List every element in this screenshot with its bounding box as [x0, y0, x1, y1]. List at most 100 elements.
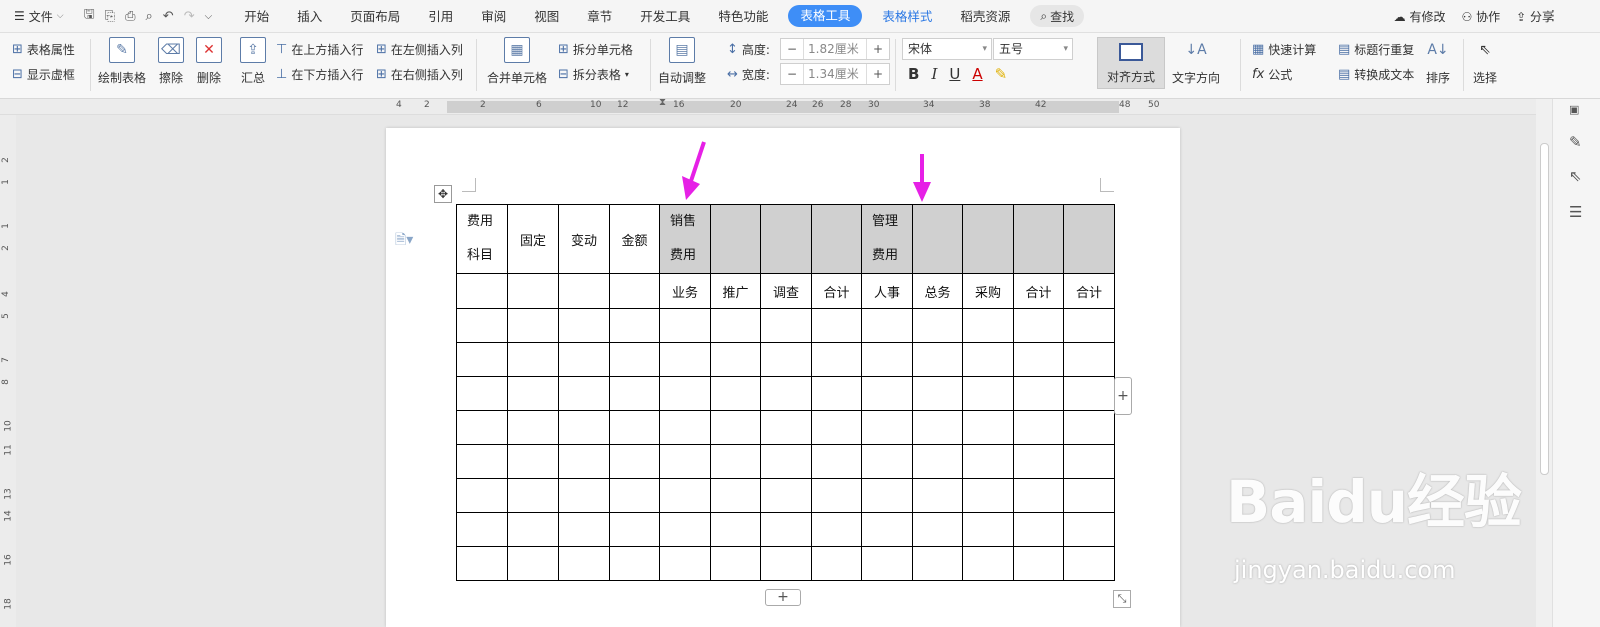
italic-icon[interactable]: I [931, 65, 937, 83]
table-cell[interactable] [912, 342, 963, 377]
table-cell[interactable] [710, 546, 761, 581]
add-row-button[interactable]: + [765, 589, 801, 606]
table-cell[interactable] [1013, 204, 1064, 274]
table-cell[interactable] [962, 204, 1014, 274]
table-cell[interactable] [456, 512, 508, 547]
table-cell[interactable] [1063, 376, 1115, 411]
table-cell[interactable] [1063, 308, 1115, 343]
table-cell[interactable]: 销售 费用 [659, 204, 711, 274]
table-cell[interactable] [811, 512, 862, 547]
insert-col-right-button[interactable]: ⊞ 在右侧插入列 [376, 66, 463, 83]
table-cell[interactable] [811, 308, 862, 343]
table-cell[interactable] [659, 478, 711, 513]
table-cell[interactable] [456, 410, 508, 445]
table-cell[interactable] [558, 478, 610, 513]
table-cell[interactable] [1063, 478, 1115, 513]
table-cell[interactable] [760, 204, 812, 274]
table-cell[interactable] [811, 410, 862, 445]
tab-references[interactable]: 引用 [414, 0, 467, 33]
table-cell[interactable]: 调查 [760, 273, 812, 309]
table-cell[interactable] [1013, 376, 1064, 411]
table-cell[interactable] [861, 512, 913, 547]
table-cell[interactable] [760, 410, 812, 445]
table-cell[interactable] [1013, 410, 1064, 445]
formula-button[interactable]: fx 公式 [1252, 66, 1292, 83]
table-cell[interactable] [456, 444, 508, 479]
table-cell[interactable] [659, 444, 711, 479]
text-direction-button[interactable]: ↓A 文字方向 [1172, 37, 1220, 86]
tab-page-layout[interactable]: 页面布局 [336, 0, 414, 33]
table-cell[interactable] [962, 342, 1014, 377]
table-cell[interactable]: 费用 科目 [456, 204, 508, 274]
table-cell[interactable] [760, 444, 812, 479]
table-cell[interactable] [659, 512, 711, 547]
table-cell[interactable] [710, 308, 761, 343]
table-cell[interactable] [962, 444, 1014, 479]
table-cell[interactable] [558, 410, 610, 445]
file-menu[interactable]: ☰ 文件 ⌵ [0, 8, 74, 25]
height-stepper[interactable]: − 1.82厘米 + [780, 38, 890, 60]
repeat-title-button[interactable]: ▤ 标题行重复 [1338, 41, 1414, 58]
tab-features[interactable]: 特色功能 [704, 0, 782, 33]
save-icon[interactable]: 🖫 [84, 5, 95, 27]
table-cell[interactable] [659, 342, 711, 377]
tab-table-tools[interactable]: 表格工具 [788, 5, 863, 27]
indent-marker-icon[interactable]: ⧗ [659, 97, 666, 108]
tab-docer-resources[interactable]: 稻壳资源 [946, 0, 1024, 33]
table-cell[interactable] [609, 376, 660, 411]
horizontal-ruler[interactable]: 4 2 2 6 10 12 16 20 24 26 28 30 34 38 42… [0, 97, 1536, 115]
underline-icon[interactable]: U [949, 65, 960, 83]
table-cell[interactable] [760, 546, 812, 581]
table-cell[interactable] [456, 273, 508, 309]
table-cell[interactable] [456, 342, 508, 377]
font-size-select[interactable]: 五号 ▾ [993, 38, 1073, 60]
undo-icon[interactable]: ↶ [163, 9, 174, 24]
table-cell[interactable] [760, 376, 812, 411]
table-cell[interactable] [1063, 410, 1115, 445]
table-cell[interactable] [1013, 308, 1064, 343]
table-cell[interactable] [1013, 478, 1064, 513]
table-cell[interactable] [507, 512, 559, 547]
table-cell[interactable] [558, 444, 610, 479]
insert-col-left-button[interactable]: ⊞ 在左侧插入列 [376, 41, 463, 58]
table-cell[interactable]: 合计 [1063, 273, 1115, 309]
table-cell[interactable] [912, 308, 963, 343]
height-input[interactable]: 1.82厘米 [803, 39, 867, 59]
table-cell[interactable] [962, 308, 1014, 343]
add-column-button[interactable]: + [1114, 377, 1132, 415]
width-decrease-button[interactable]: − [781, 67, 803, 81]
table-cell[interactable] [558, 512, 610, 547]
draw-table-button[interactable]: ✎ 绘制表格 [98, 37, 146, 86]
settings-sliders-icon[interactable]: ☰ [1569, 203, 1582, 221]
table-cell[interactable] [609, 410, 660, 445]
format-painter-icon[interactable]: ⎘ [105, 9, 115, 24]
table-cell[interactable] [558, 546, 610, 581]
table-cell[interactable] [710, 410, 761, 445]
print-preview-icon[interactable]: ⌕ [146, 9, 153, 24]
table-cell[interactable]: 管理 费用 [861, 204, 913, 274]
table-cell[interactable] [609, 478, 660, 513]
table-cell[interactable] [558, 273, 610, 309]
table-cell[interactable] [1013, 512, 1064, 547]
table-cell[interactable]: 总务 [912, 273, 963, 309]
table-cell[interactable] [760, 478, 812, 513]
table-move-handle-icon[interactable]: ✥ [434, 185, 452, 203]
table-cell[interactable] [609, 512, 660, 547]
panel-toggle-icon[interactable]: ▣ [1569, 103, 1579, 116]
erase-button[interactable]: ⌫ 擦除 [158, 37, 184, 86]
tab-start[interactable]: 开始 [230, 0, 283, 33]
table-cell[interactable] [659, 376, 711, 411]
sort-button[interactable]: A↓ 排序 [1425, 37, 1451, 86]
table-cell[interactable] [710, 376, 761, 411]
tab-chapter[interactable]: 章节 [573, 0, 626, 33]
table-cell[interactable]: 推广 [710, 273, 761, 309]
table-cell[interactable] [861, 410, 913, 445]
table-cell[interactable] [710, 342, 761, 377]
table-resize-handle-icon[interactable]: ⤡ [1113, 590, 1131, 608]
table-cell[interactable] [507, 376, 559, 411]
quick-calc-button[interactable]: ▦ 快速计算 [1252, 41, 1316, 58]
table-cell[interactable] [811, 478, 862, 513]
table-cell[interactable] [811, 376, 862, 411]
table-cell[interactable] [811, 546, 862, 581]
insert-row-above-button[interactable]: ⊤ 在上方插入行 [276, 41, 363, 58]
